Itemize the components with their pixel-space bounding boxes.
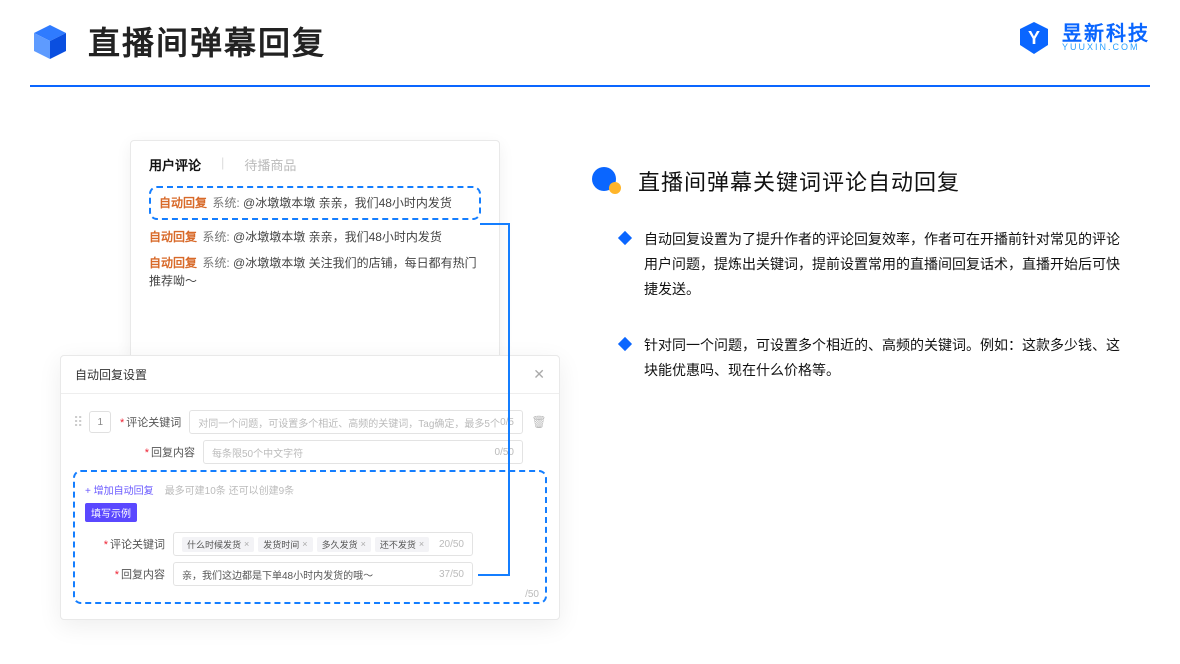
example-heading-chip: 填写示例 — [85, 503, 137, 522]
reply-counter: 0/50 — [495, 447, 514, 458]
diamond-bullet-icon — [618, 231, 632, 245]
left-screenshots-group: 用户评论 | 待播商品 自动回复 系统: @冰墩墩本墩 亲亲，我们48小时内发货… — [60, 140, 560, 640]
highlighted-comment-callout: 自动回复 系统: @冰墩墩本墩 亲亲，我们48小时内发货 — [149, 186, 481, 220]
example-tag[interactable]: 什么时候发货× — [182, 537, 254, 552]
reply-placeholder: 每条限50个中文字符 — [212, 445, 303, 460]
example-keyword-label: *评论关键词 — [103, 536, 165, 552]
delete-rule-icon[interactable]: 🗑 — [531, 415, 547, 429]
comments-panel: 用户评论 | 待播商品 自动回复 系统: @冰墩墩本墩 亲亲，我们48小时内发货… — [130, 140, 500, 360]
add-auto-reply-link[interactable]: + 增加自动回复 — [85, 486, 154, 497]
example-keyword-counter: 20/50 — [439, 539, 464, 550]
example-reply-label: *回复内容 — [103, 566, 165, 582]
example-reply-text: 亲，我们这边都是下单48小时内发货的哦～ — [182, 567, 373, 582]
auto-reply-settings-panel: 自动回复设置 ✕ ⠿ 1 *评论关键词 对同一个问题，可设置多个相近、高频的关键… — [60, 355, 560, 620]
reply-input[interactable]: 每条限50个中文字符 0/50 — [203, 440, 523, 464]
comment-line-1: 自动回复 系统: @冰墩墩本墩 亲亲，我们48小时内发货 — [159, 194, 471, 212]
svg-text:Y: Y — [1028, 28, 1040, 48]
example-reply-input[interactable]: 亲，我们这边都是下单48小时内发货的哦～ 37/50 — [173, 562, 473, 586]
section-heading: 直播间弹幕关键词评论自动回复 — [590, 165, 1130, 197]
explanation-column: 直播间弹幕关键词评论自动回复 自动回复设置为了提升作者的评论回复效率，作者可在开… — [590, 165, 1130, 413]
bullet-text-2: 针对同一个问题，可设置多个相近的、高频的关键词。例如：这款多少钱、这块能优惠吗、… — [644, 333, 1120, 383]
slide-header: 直播间弹幕回复 — [30, 18, 1150, 64]
settings-panel-title: 自动回复设置 — [75, 366, 147, 383]
tab-user-comments[interactable]: 用户评论 — [149, 155, 201, 174]
bullet-item-1: 自动回复设置为了提升作者的评论回复效率，作者可在开播前针对常见的评论用户问题，提… — [620, 227, 1120, 303]
bullet-item-2: 针对同一个问题，可设置多个相近的、高频的关键词。例如：这款多少钱、这块能优惠吗、… — [620, 333, 1120, 383]
rule-index: 1 — [89, 411, 111, 433]
example-reply-counter: 37/50 — [439, 569, 464, 580]
add-rule-line: + 增加自动回复 最多可建10条 还可以创建9条 — [85, 482, 535, 497]
add-rule-hint: 最多可建10条 还可以创建9条 — [165, 486, 294, 497]
diamond-bullet-icon — [618, 336, 632, 350]
example-callout: + 增加自动回复 最多可建10条 还可以创建9条 填写示例 *评论关键词 什么时… — [73, 470, 547, 604]
settings-panel-header: 自动回复设置 ✕ — [61, 356, 559, 394]
brand-subtitle: YUUXIN.COM — [1062, 43, 1150, 52]
keyword-row: ⠿ 1 *评论关键词 对同一个问题，可设置多个相近、高频的关键词，Tag确定，最… — [73, 410, 547, 434]
close-icon[interactable]: ✕ — [533, 366, 545, 383]
comment-line-2: 自动回复 系统: @冰墩墩本墩 亲亲，我们48小时内发货 — [149, 228, 481, 246]
comments-tabs: 用户评论 | 待播商品 — [149, 155, 481, 174]
tab-separator: | — [221, 155, 224, 174]
header-cube-icon — [30, 21, 70, 61]
example-tag[interactable]: 发货时间× — [258, 537, 312, 552]
system-label: 系统: — [202, 256, 229, 270]
example-keyword-input[interactable]: 什么时候发货× 发货时间× 多久发货× 还不发货× 20/50 — [173, 532, 473, 556]
example-keyword-row: *评论关键词 什么时候发货× 发货时间× 多久发货× 还不发货× 20/50 — [85, 532, 535, 556]
drag-handle-icon[interactable]: ⠿ — [73, 414, 81, 431]
brand-logo-block: Y 昱新科技 YUUXIN.COM — [1016, 20, 1150, 56]
tab-pending-products[interactable]: 待播商品 — [244, 155, 296, 174]
example-tag[interactable]: 还不发货× — [375, 537, 429, 552]
reply-row: *回复内容 每条限50个中文字符 0/50 — [73, 440, 547, 464]
auto-reply-tag: 自动回复 — [149, 256, 197, 270]
keyword-counter: 0/5 — [500, 417, 514, 428]
section-title: 直播间弹幕关键词评论自动回复 — [638, 165, 960, 197]
comment-line-3: 自动回复 系统: @冰墩墩本墩 关注我们的店铺，每日都有热门推荐呦～ — [149, 254, 481, 290]
keyword-input[interactable]: 对同一个问题，可设置多个相近、高频的关键词，Tag确定，最多5个 0/5 — [189, 410, 523, 434]
example-reply-row: *回复内容 亲，我们这边都是下单48小时内发货的哦～ 37/50 — [85, 562, 535, 586]
overflow-counter: /50 — [525, 589, 539, 600]
chat-bubble-icon — [590, 166, 624, 196]
keyword-label: *评论关键词 — [119, 414, 181, 430]
keyword-placeholder: 对同一个问题，可设置多个相近、高频的关键词，Tag确定，最多5个 — [198, 415, 500, 430]
comment-text-2: @冰墩墩本墩 亲亲，我们48小时内发货 — [233, 230, 442, 244]
comment-text-1: @冰墩墩本墩 亲亲，我们48小时内发货 — [243, 196, 452, 210]
comment-text-3: @冰墩墩本墩 关注我们的店铺，每日都有热门推荐呦～ — [149, 256, 477, 288]
reply-label: *回复内容 — [133, 444, 195, 460]
bullet-text-1: 自动回复设置为了提升作者的评论回复效率，作者可在开播前针对常见的评论用户问题，提… — [644, 227, 1120, 303]
brand-mark-icon: Y — [1016, 20, 1052, 56]
header-divider — [30, 85, 1150, 87]
auto-reply-tag: 自动回复 — [149, 230, 197, 244]
example-tag[interactable]: 多久发货× — [317, 537, 371, 552]
page-title: 直播间弹幕回复 — [88, 18, 326, 64]
auto-reply-tag: 自动回复 — [159, 196, 207, 210]
system-label: 系统: — [202, 230, 229, 244]
system-label: 系统: — [212, 196, 239, 210]
